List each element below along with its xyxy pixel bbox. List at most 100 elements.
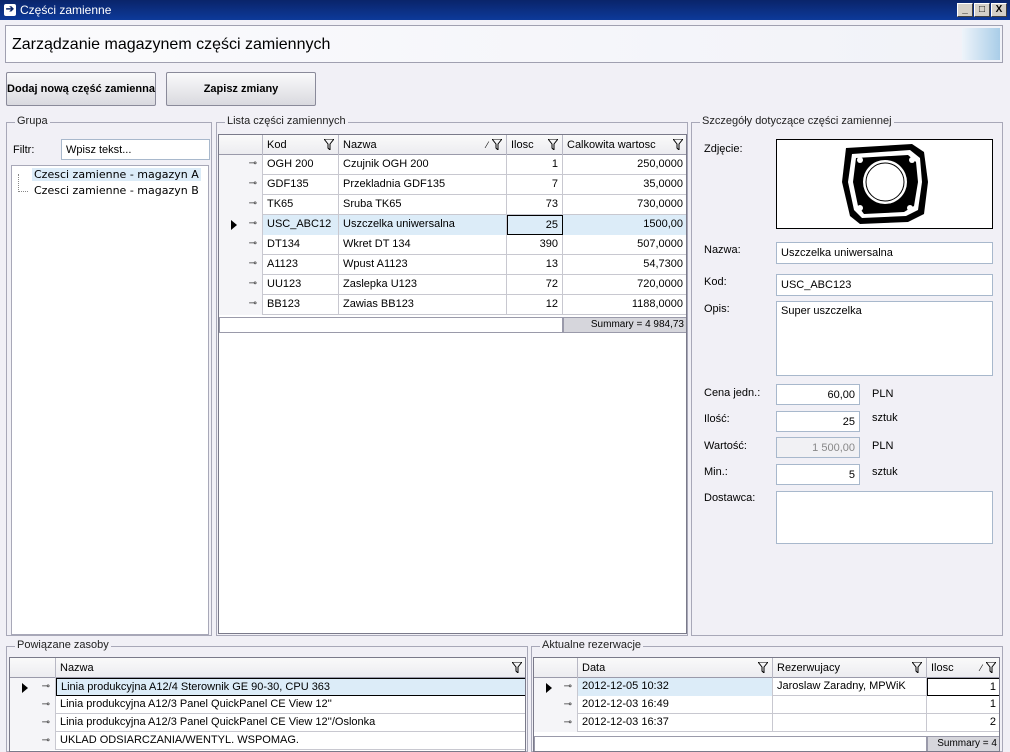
cell-nazwa[interactable]: Zaslepka U123	[339, 275, 507, 295]
row-selector[interactable]: ⊸	[10, 732, 56, 750]
list-item[interactable]: ⊸ Linia produkcyjna A12/3 Panel QuickPane…	[10, 696, 525, 714]
cell-ilosc[interactable]: 72	[507, 275, 563, 295]
row-selector[interactable]: ⊸	[219, 175, 263, 195]
tree-item-magazyn-a[interactable]: Czesci zamienne - magazyn A	[32, 168, 201, 181]
filter-icon[interactable]	[512, 662, 522, 673]
filter-icon[interactable]	[912, 662, 922, 673]
filter-icon[interactable]	[986, 662, 996, 673]
row-selector[interactable]: ⊸	[534, 678, 578, 696]
column-header-wartosc[interactable]: Calkowita wartosc	[563, 135, 686, 155]
cell-ilosc[interactable]: 1	[507, 155, 563, 175]
cell-rez[interactable]	[773, 696, 927, 714]
filter-icon[interactable]	[324, 139, 334, 150]
row-selector[interactable]: ⊸	[219, 275, 263, 295]
cell-kod[interactable]: DT134	[263, 235, 339, 255]
code-field[interactable]: USC_ABC123	[776, 274, 993, 296]
cell-nazwa[interactable]: Czujnik OGH 200	[339, 155, 507, 175]
cell-ilosc[interactable]: 1	[927, 696, 999, 714]
filter-icon[interactable]	[758, 662, 768, 673]
cell-data[interactable]: 2012-12-03 16:49	[578, 696, 773, 714]
cell-nazwa[interactable]: Przekladnia GDF135	[339, 175, 507, 195]
pin-icon[interactable]: ⊸	[564, 699, 572, 710]
list-item[interactable]: ⊸ UKLAD ODSIARCZANIA/WENTYL. WSPOMAG.	[10, 732, 525, 750]
tree-item-magazyn-b[interactable]: Czesci zamienne - magazyn B	[32, 184, 201, 197]
close-button[interactable]: X	[991, 3, 1007, 17]
cell-kod[interactable]: BB123	[263, 295, 339, 315]
filter-input[interactable]: Wpisz tekst...	[61, 139, 210, 160]
table-row[interactable]: ⊸ OGH 200 Czujnik OGH 200 1 250,0000	[219, 155, 686, 175]
cell-kod[interactable]: A1123	[263, 255, 339, 275]
column-header-ilosc[interactable]: Ilosc ⁄	[927, 658, 999, 678]
filter-icon[interactable]	[492, 139, 502, 150]
table-row[interactable]: ⊸ 2012-12-03 16:49 1	[534, 696, 999, 714]
cell-nazwa[interactable]: Zawias BB123	[339, 295, 507, 315]
column-header-data[interactable]: Data	[578, 658, 773, 678]
column-header-nazwa[interactable]: Nazwa	[56, 658, 525, 678]
pin-icon[interactable]: ⊸	[249, 238, 257, 249]
table-row[interactable]: ⊸ 2012-12-05 10:32 Jaroslaw Zaradny, MPWiK…	[534, 678, 999, 696]
pin-icon[interactable]: ⊸	[564, 717, 572, 728]
cell-data[interactable]: 2012-12-05 10:32	[578, 678, 773, 696]
column-header-nazwa[interactable]: Nazwa ⁄	[339, 135, 507, 155]
cell-nazwa[interactable]: Wpust A1123	[339, 255, 507, 275]
pin-icon[interactable]: ⊸	[42, 699, 50, 710]
table-row[interactable]: ⊸ TK65 Sruba TK65 73 730,0000	[219, 195, 686, 215]
part-photo[interactable]	[776, 139, 993, 229]
row-selector[interactable]: ⊸	[219, 215, 263, 235]
cell-nazwa[interactable]: Linia produkcyjna A12/3 Panel QuickPanel…	[56, 714, 525, 732]
cell-kod[interactable]: GDF135	[263, 175, 339, 195]
cell-ilosc[interactable]: 1	[927, 678, 999, 696]
cell-wartosc[interactable]: 250,0000	[563, 155, 686, 175]
row-selector[interactable]: ⊸	[219, 295, 263, 315]
cell-nazwa[interactable]: Uszczelka uniwersalna	[339, 215, 507, 235]
row-selector[interactable]: ⊸	[10, 678, 56, 696]
pin-icon[interactable]: ⊸	[564, 681, 572, 692]
description-field[interactable]: Super uszczelka	[776, 301, 993, 376]
minimize-button[interactable]: _	[957, 3, 973, 17]
cell-wartosc[interactable]: 507,0000	[563, 235, 686, 255]
row-selector[interactable]: ⊸	[219, 155, 263, 175]
column-header-ilosc[interactable]: Ilosc	[507, 135, 563, 155]
pin-icon[interactable]: ⊸	[249, 278, 257, 289]
pin-icon[interactable]: ⊸	[249, 178, 257, 189]
cell-ilosc[interactable]: 7	[507, 175, 563, 195]
cell-kod[interactable]: USC_ABC12	[263, 215, 339, 235]
row-selector[interactable]: ⊸	[534, 696, 578, 714]
cell-kod[interactable]: UU123	[263, 275, 339, 295]
pin-icon[interactable]: ⊸	[249, 258, 257, 269]
add-part-button[interactable]: Dodaj nową część zamienna	[6, 72, 156, 106]
row-selector[interactable]: ⊸	[219, 235, 263, 255]
cell-wartosc[interactable]: 720,0000	[563, 275, 686, 295]
row-selector[interactable]: ⊸	[534, 714, 578, 732]
column-header-kod[interactable]: Kod	[263, 135, 339, 155]
column-header-rezerwujacy[interactable]: Rezerwujacy	[773, 658, 927, 678]
cell-nazwa[interactable]: Linia produkcyjna A12/3 Panel QuickPanel…	[56, 696, 525, 714]
table-row[interactable]: ⊸ GDF135 Przekladnia GDF135 7 35,0000	[219, 175, 686, 195]
list-item[interactable]: ⊸ Linia produkcyjna A12/4 Sterownik GE 90…	[10, 678, 525, 696]
pin-icon[interactable]: ⊸	[249, 218, 257, 229]
pin-icon[interactable]: ⊸	[42, 735, 50, 746]
cell-wartosc[interactable]: 1188,0000	[563, 295, 686, 315]
cell-kod[interactable]: TK65	[263, 195, 339, 215]
cell-wartosc[interactable]: 730,0000	[563, 195, 686, 215]
cell-nazwa[interactable]: Linia produkcyjna A12/4 Sterownik GE 90-…	[56, 678, 525, 696]
cell-ilosc[interactable]: 25	[507, 215, 563, 235]
table-row[interactable]: ⊸ UU123 Zaslepka U123 72 720,0000	[219, 275, 686, 295]
cell-data[interactable]: 2012-12-03 16:37	[578, 714, 773, 732]
pin-icon[interactable]: ⊸	[42, 681, 50, 692]
supplier-field[interactable]	[776, 491, 993, 544]
cell-kod[interactable]: OGH 200	[263, 155, 339, 175]
cell-nazwa[interactable]: Wkret DT 134	[339, 235, 507, 255]
save-changes-button[interactable]: Zapisz zmiany	[166, 72, 316, 106]
cell-nazwa[interactable]: Sruba TK65	[339, 195, 507, 215]
cell-ilosc[interactable]: 12	[507, 295, 563, 315]
row-selector[interactable]: ⊸	[219, 195, 263, 215]
cell-wartosc[interactable]: 35,0000	[563, 175, 686, 195]
row-selector[interactable]: ⊸	[10, 714, 56, 732]
min-field[interactable]: 5	[776, 464, 860, 485]
cell-ilosc[interactable]: 390	[507, 235, 563, 255]
table-row[interactable]: ⊸ USC_ABC12 Uszczelka uniwersalna 25 1500,00	[219, 215, 686, 235]
cell-rez[interactable]: Jaroslaw Zaradny, MPWiK	[773, 678, 927, 696]
table-row[interactable]: ⊸ BB123 Zawias BB123 12 1188,0000	[219, 295, 686, 315]
table-row[interactable]: ⊸ DT134 Wkret DT 134 390 507,0000	[219, 235, 686, 255]
